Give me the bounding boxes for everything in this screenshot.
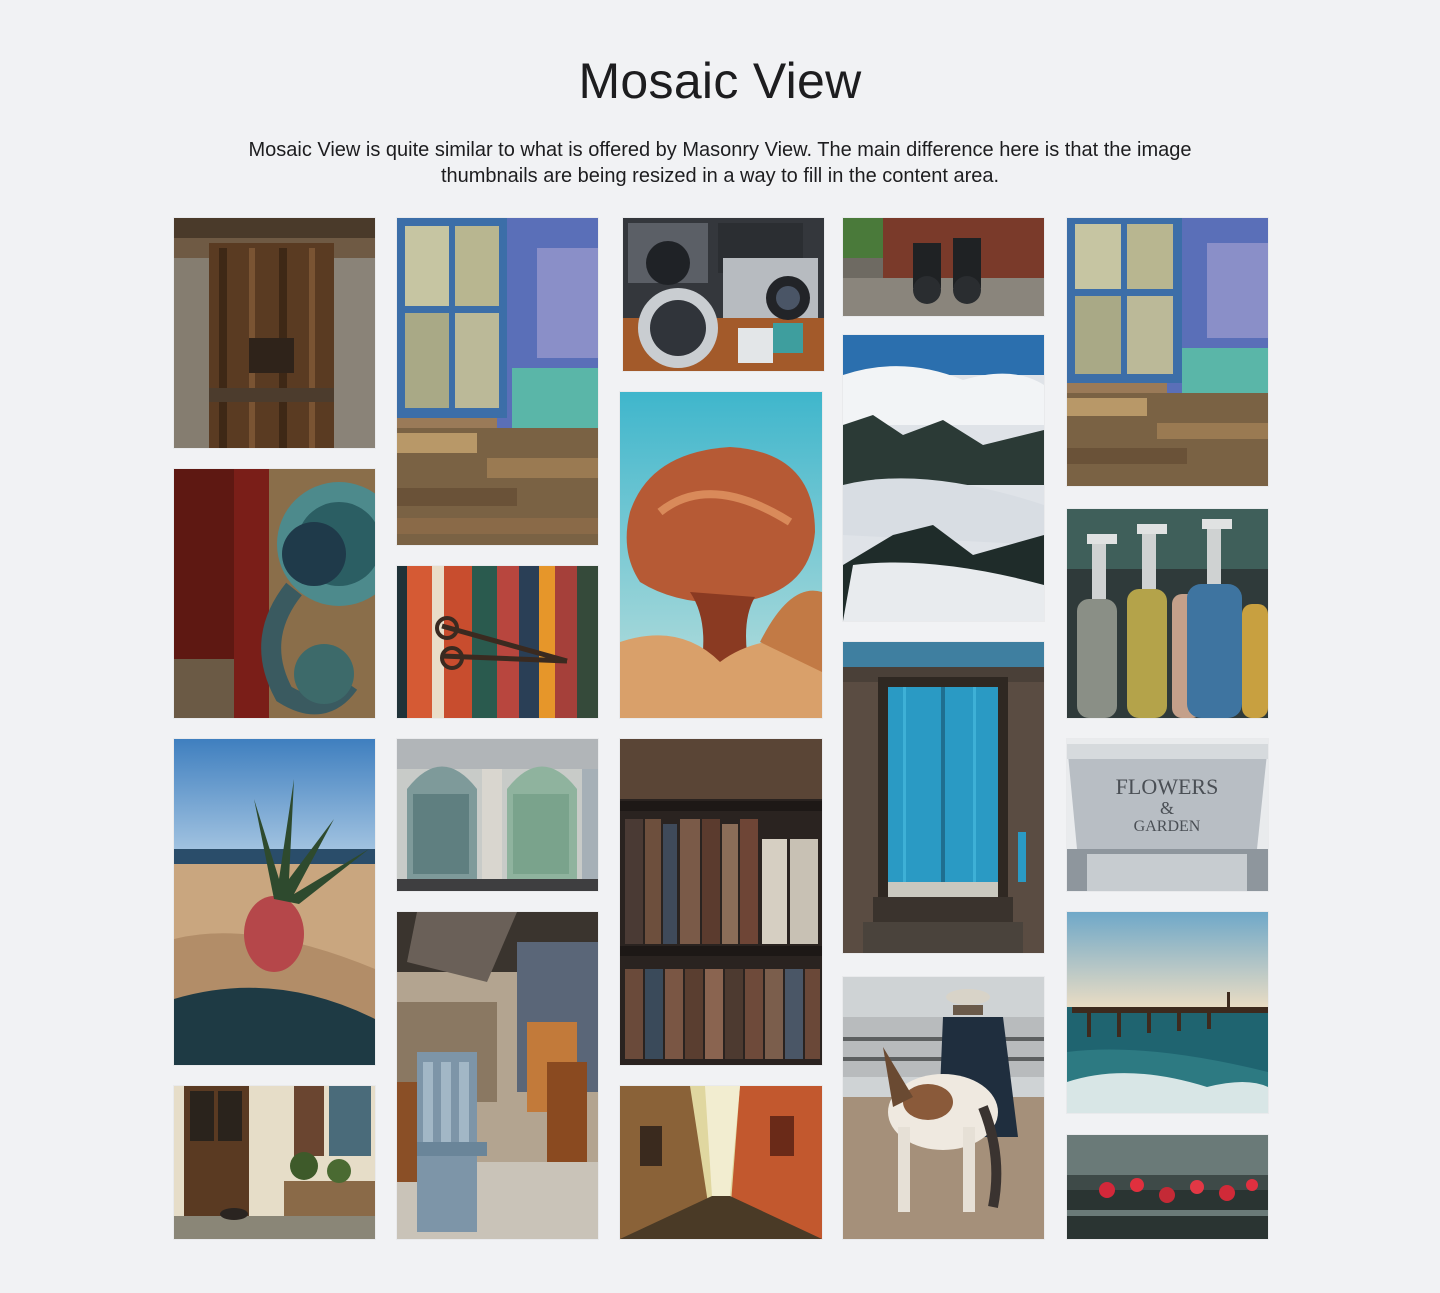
thumbnail-red-flowers-bicycle[interactable] — [1067, 1135, 1268, 1239]
thumbnail-binoculars[interactable] — [843, 218, 1044, 316]
thumbnail-bookshelf[interactable] — [620, 739, 822, 1065]
svg-text:FLOWERS: FLOWERS — [1116, 774, 1219, 799]
thumbnail-cowboy-horse[interactable] — [843, 977, 1044, 1239]
mosaic-gallery: FLOWERS & GARDEN — [0, 0, 1440, 1293]
thumbnail-blue-window-wall-2[interactable] — [1067, 218, 1268, 486]
svg-text:GARDEN: GARDEN — [1134, 818, 1201, 835]
thumbnail-misty-forest[interactable] — [843, 335, 1044, 621]
thumbnail-red-rock-formation[interactable] — [620, 392, 822, 718]
thumbnail-scissors-striped-fabric[interactable] — [397, 566, 598, 718]
thumbnail-cafe-chairs[interactable] — [397, 912, 598, 1239]
thumbnail-flowers-garden-bucket[interactable]: FLOWERS & GARDEN — [1067, 739, 1268, 891]
thumbnail-narrow-street[interactable] — [620, 1086, 822, 1239]
thumbnail-blue-door-cabin[interactable] — [843, 642, 1044, 953]
thumbnail-vintage-cameras[interactable] — [623, 218, 824, 371]
thumbnail-glass-siphon-bottles[interactable] — [1067, 509, 1268, 718]
thumbnail-pineapple-beach[interactable] — [174, 739, 375, 1065]
svg-text:&: & — [1160, 798, 1174, 818]
thumbnail-blue-window-wall[interactable] — [397, 218, 598, 545]
thumbnail-green-arched-doors[interactable] — [397, 739, 598, 891]
thumbnail-house-entrance-cats[interactable] — [174, 1086, 375, 1239]
thumbnail-old-wooden-door[interactable] — [174, 218, 375, 448]
thumbnail-door-knocker[interactable] — [174, 469, 375, 718]
thumbnail-pier-sea[interactable] — [1067, 912, 1268, 1113]
